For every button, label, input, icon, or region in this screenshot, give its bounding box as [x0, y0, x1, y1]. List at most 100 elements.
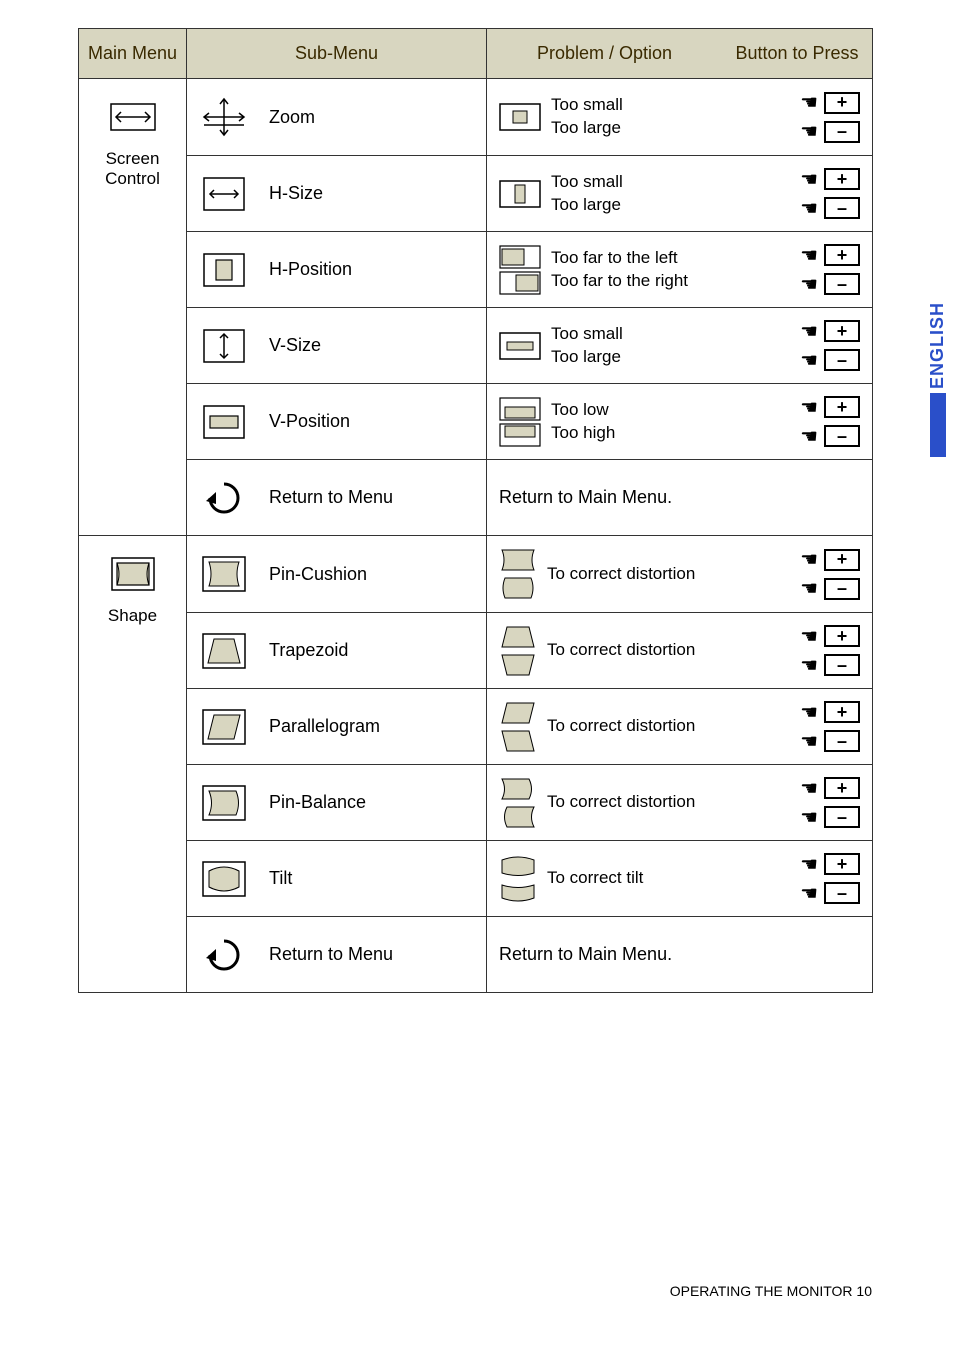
return-icon [199, 933, 249, 977]
table-row: Too small Too large ☚+ ☚– [487, 307, 872, 383]
table-row: Tilt [187, 840, 486, 916]
sub-label: Tilt [269, 868, 292, 889]
parallelogram-icon [199, 705, 249, 749]
minus-button-icon: – [824, 730, 860, 752]
problem-text: Too low [551, 399, 615, 422]
distortion-icon [499, 624, 537, 650]
plus-button-icon: + [824, 701, 860, 723]
minus-button-icon: – [824, 654, 860, 676]
right-rect-icon [499, 271, 541, 295]
table-row: To correct distortion ☚+ ☚– [487, 764, 872, 840]
hand-left-icon: ☚ [800, 348, 818, 373]
v-position-icon [199, 400, 249, 444]
header-button: Button to Press [722, 29, 872, 78]
sub-label: V-Position [269, 411, 350, 432]
distortion-icon [499, 776, 537, 802]
table-row: To correct distortion ☚+ ☚– [487, 536, 872, 612]
minus-button-icon: – [824, 882, 860, 904]
hand-left-icon: ☚ [800, 196, 818, 221]
left-rect-icon [499, 245, 541, 269]
hand-left-icon: ☚ [800, 805, 818, 830]
hand-left-icon: ☚ [800, 119, 818, 144]
minus-button-icon: – [824, 121, 860, 143]
plus-button-icon: + [824, 320, 860, 342]
short-rect-icon [499, 332, 541, 360]
plus-button-icon: + [824, 625, 860, 647]
v-size-icon [199, 324, 249, 368]
distortion-icon [499, 700, 537, 726]
hand-left-icon: ☚ [800, 624, 818, 649]
sub-label: V-Size [269, 335, 321, 356]
minus-button-icon: – [824, 197, 860, 219]
problem-text: To correct tilt [547, 867, 643, 890]
problem-text: Too small [551, 323, 623, 346]
hand-left-icon: ☚ [800, 272, 818, 297]
table-row: Too far to the left Too far to the right… [487, 231, 872, 307]
hand-left-icon: ☚ [800, 576, 818, 601]
sub-label: Pin-Balance [269, 792, 366, 813]
top-rect-icon [499, 423, 541, 447]
problem-text: Too far to the right [551, 270, 688, 293]
table-row: To correct distortion ☚+ ☚– [487, 688, 872, 764]
table-row: Too low Too high ☚+ ☚– [487, 383, 872, 459]
small-rect-icon [499, 103, 541, 131]
header-problem: Problem / Option [487, 29, 722, 78]
table-row: V-Position [187, 383, 486, 459]
hand-left-icon: ☚ [800, 90, 818, 115]
sub-label: H-Size [269, 183, 323, 204]
sub-label: Return to Menu [269, 944, 393, 965]
narrow-rect-icon [499, 180, 541, 208]
table-row: Return to Main Menu. [487, 916, 872, 992]
problem-text: To correct distortion [547, 791, 695, 814]
sub-label: Zoom [269, 107, 315, 128]
plus-button-icon: + [824, 549, 860, 571]
distortion-icon [499, 728, 537, 754]
tilt-icon [499, 852, 537, 878]
hand-left-icon: ☚ [800, 852, 818, 877]
table-row: V-Size [187, 307, 486, 383]
problem-text: Too high [551, 422, 615, 445]
plus-button-icon: + [824, 168, 860, 190]
hand-left-icon: ☚ [800, 424, 818, 449]
table-row: Trapezoid [187, 612, 486, 688]
bottom-rect-icon [499, 397, 541, 421]
hand-left-icon: ☚ [800, 395, 818, 420]
minus-button-icon: – [824, 806, 860, 828]
header-main-menu: Main Menu [79, 29, 187, 78]
problem-text: Too large [551, 194, 623, 217]
tab-bar [930, 393, 946, 457]
table-row: To correct tilt ☚ + ☚– [487, 840, 872, 916]
hand-left-icon: ☚ [800, 243, 818, 268]
problem-text: Too small [551, 171, 623, 194]
table-header-row: Main Menu Sub-Menu Problem / Option Butt… [79, 29, 872, 78]
shape-icon [108, 552, 158, 596]
sub-label: H-Position [269, 259, 352, 280]
return-text: Return to Main Menu. [499, 487, 672, 508]
shape-label: Shape [108, 606, 157, 626]
hand-left-icon: ☚ [800, 881, 818, 906]
minus-button-icon: – [824, 273, 860, 295]
zoom-icon [199, 95, 249, 139]
section-screen-control: Screen Control [79, 78, 872, 535]
problem-text: To correct distortion [547, 639, 695, 662]
problem-text: Too large [551, 117, 623, 140]
table-row: Too small Too large ☚+ ☚– [487, 79, 872, 155]
screen-control-label: Screen Control [105, 149, 160, 189]
distortion-icon [499, 575, 537, 601]
plus-button-icon: + [824, 92, 860, 114]
screen-control-icon [108, 95, 158, 139]
hand-left-icon: ☚ [800, 700, 818, 725]
plus-button-icon: + [824, 853, 860, 875]
tilt-icon [499, 880, 537, 906]
hand-left-icon: ☚ [800, 167, 818, 192]
table-row: Pin-Cushion [187, 536, 486, 612]
header-sub-menu: Sub-Menu [187, 29, 487, 78]
minus-button-icon: – [824, 349, 860, 371]
table-row: Parallelogram [187, 688, 486, 764]
tilt-icon [199, 857, 249, 901]
hand-left-icon: ☚ [800, 729, 818, 754]
hand-left-icon: ☚ [800, 547, 818, 572]
minus-button-icon: – [824, 578, 860, 600]
table-row: To correct distortion ☚+ ☚– [487, 612, 872, 688]
distortion-icon [499, 804, 537, 830]
